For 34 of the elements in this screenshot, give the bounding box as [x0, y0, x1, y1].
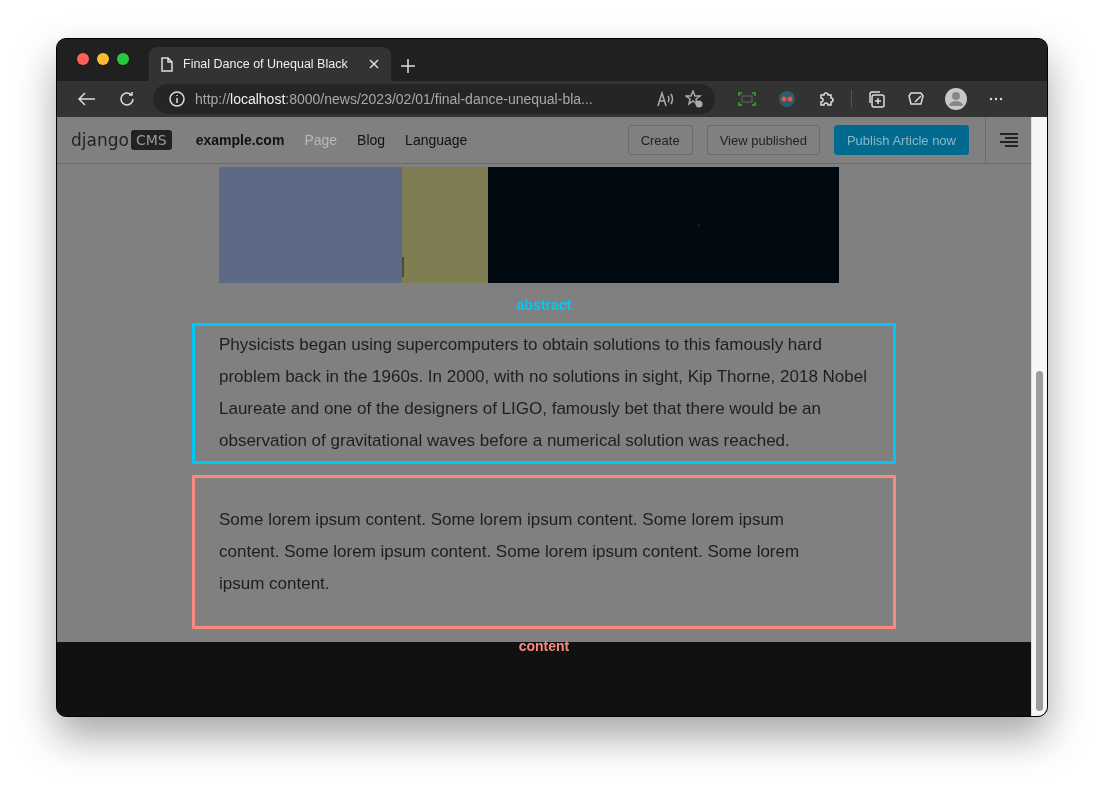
edit-icon[interactable] [907, 90, 925, 108]
publish-button[interactable]: Publish Article now [833, 125, 969, 155]
menu-item[interactable]: Blog [357, 132, 386, 148]
screenshot-icon[interactable] [738, 92, 756, 106]
placeholder-text: Some lorem ipsum content. Some lorem ipsum content. Some lorem ipsum content. Some lorem ipsum content. Some lorem ipsum content. Some lorem ipsum content. [192, 475, 896, 629]
more-icon[interactable] [989, 97, 1003, 101]
page-icon[interactable] [161, 56, 173, 72]
puzzle-icon[interactable] [819, 91, 835, 107]
menu-item[interactable]: Language [405, 132, 468, 148]
extension-icon[interactable] [778, 90, 796, 108]
address-bar[interactable]: http://localhost:8000/news/2023/02/01/final-dance-unequal-bla... [153, 84, 715, 114]
reload-icon[interactable] [119, 91, 135, 107]
profile-avatar[interactable] [945, 88, 967, 110]
toolbar-button[interactable]: Create [627, 125, 693, 155]
placeholder-text: Physicists began using supercomputers to obtain solutions to this famously hard problem back in the 1960s. In 2000, with no solutions in sight, Kip Thorne, 2018 Nobel Laureate and one of the designers of LIGO, famously bet that there would be an observation of gravitational waves before a numerical solution was reached. [192, 323, 896, 464]
site-link[interactable]: example.com [195, 132, 285, 148]
favorite-add-icon[interactable] [685, 90, 703, 108]
collections-icon[interactable] [867, 90, 885, 108]
back-icon[interactable] [78, 92, 96, 106]
close-icon[interactable] [369, 59, 379, 69]
placeholder-label: content [518, 638, 570, 654]
logo-text: django [71, 130, 129, 150]
browser-tab[interactable]: Final Dance of Unequal Black [149, 47, 391, 81]
toolbar-button[interactable]: View published [706, 125, 820, 155]
close-window-button[interactable] [77, 53, 89, 65]
menu-icon[interactable] [998, 133, 1019, 147]
minimize-window-button[interactable] [97, 53, 109, 65]
placeholder-label: abstract [516, 297, 572, 313]
scrollbar[interactable] [1031, 117, 1047, 716]
new-tab-icon[interactable] [401, 59, 415, 73]
logo-badge: CMS [130, 130, 172, 150]
info-icon[interactable] [169, 91, 185, 107]
maximize-window-button[interactable] [117, 53, 129, 65]
read-aloud-icon[interactable] [657, 91, 675, 107]
